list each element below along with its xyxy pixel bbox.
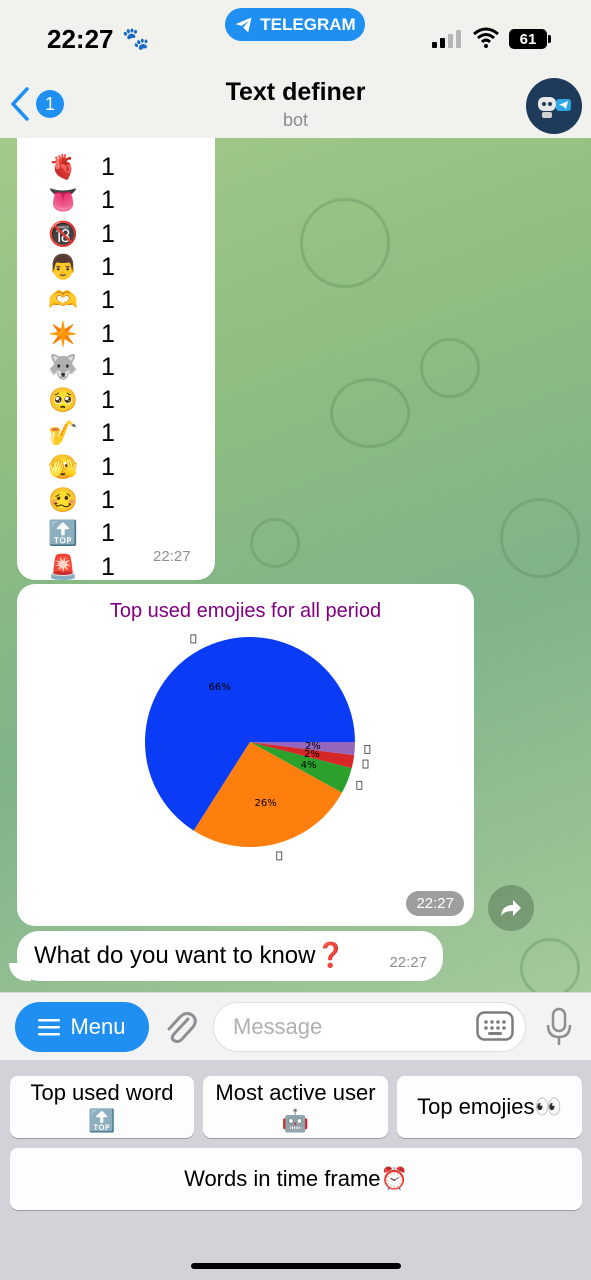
most-active-user-label: Most active user 🤖 — [215, 1080, 376, 1133]
background-doodle — [500, 498, 580, 578]
emoji-glyph: 🫀 — [48, 154, 78, 181]
message-time: 22:27 — [389, 954, 427, 971]
pie-emoji-label — [364, 744, 371, 754]
emoji-glyph: ✴️ — [48, 320, 78, 348]
message-text: What do you want to know❓ — [34, 942, 346, 969]
emoji-glyph: 🥺 — [48, 387, 78, 415]
emoji-count-row: 🔝 1 — [47, 517, 115, 550]
emoji-glyph: 🥴 — [48, 487, 78, 514]
emoji-glyph: 🫣 — [48, 453, 78, 481]
background-doodle — [330, 378, 410, 448]
emoji-count: 1 — [101, 552, 115, 581]
emoji-count: 1 — [101, 352, 115, 381]
emoji-count-row: 🔞 1 — [47, 218, 115, 251]
message-time: 22:27 — [406, 891, 464, 916]
emoji-count: 1 — [101, 286, 115, 315]
words-in-time-frame-label: Words in time frame⏰ — [184, 1166, 408, 1191]
most-active-user-button[interactable]: Most active user 🤖 — [203, 1076, 388, 1138]
chart-title: Top used emojies for all period — [109, 600, 382, 622]
top-emojies-button[interactable]: Top emojies👀 — [397, 1076, 582, 1138]
emoji-count-row: 🥴 1 — [47, 484, 115, 517]
top-bar: 22:27 🐾 TELEGRAM 61 1 Text definer bot — [0, 0, 591, 138]
telegram-pill[interactable]: TELEGRAM — [225, 8, 365, 41]
chat-subtitle: bot — [282, 110, 309, 130]
background-doodle — [300, 198, 390, 288]
words-in-time-frame-button[interactable]: Words in time frame⏰ — [10, 1148, 582, 1210]
share-arrow-icon — [501, 900, 521, 916]
emoji-count: 1 — [101, 186, 115, 215]
emoji-count: 1 — [101, 219, 115, 248]
paw-icon: 🐾 — [122, 26, 150, 51]
emoji-count: 1 — [101, 486, 115, 514]
emoji-count-row: 🫀 1 — [47, 151, 115, 184]
message-time: 22:27 — [153, 548, 191, 565]
emoji-glyph: 🐺 — [48, 353, 78, 381]
pie-emoji-label — [356, 780, 363, 790]
emoji-count-row: 🥺 1 — [47, 384, 115, 417]
emoji-glyph: 🫶 — [48, 287, 78, 315]
emoji-count: 1 — [101, 419, 115, 448]
emoji-count: 1 — [101, 252, 115, 281]
emoji-count-row: 🫶 1 — [47, 284, 115, 317]
emoji-count-row: 🎷 1 — [47, 417, 115, 450]
background-doodle — [420, 338, 480, 398]
emoji-count-row: 👅 1 — [47, 184, 115, 217]
hamburger-icon — [38, 1019, 61, 1036]
top-used-word-button[interactable]: Top used word 🔝 — [10, 1076, 194, 1138]
top-emojies-label: Top emojies👀 — [417, 1094, 562, 1119]
pie-emoji-label — [190, 634, 197, 644]
chat-title: Text definer — [225, 78, 366, 106]
battery-level: 61 — [519, 30, 537, 48]
emoji-count: 1 — [101, 519, 115, 548]
emoji-count-row: 🐺 1 — [47, 351, 115, 384]
telegram-plane-icon — [235, 17, 252, 32]
pie-emoji-label — [362, 759, 369, 769]
emoji-count: 1 — [101, 153, 115, 181]
pie-emoji-label — [276, 851, 283, 861]
home-indicator — [191, 1263, 401, 1269]
share-button[interactable] — [488, 885, 534, 931]
emoji-count: 1 — [101, 386, 115, 415]
background-doodle — [250, 518, 300, 568]
bot-avatar[interactable] — [526, 78, 582, 134]
emoji-count-row: ✴️ 1 — [47, 318, 115, 351]
emoji-count: 1 — [101, 319, 115, 348]
signal-icon — [432, 30, 461, 48]
emoji-glyph: 🚨 — [48, 553, 78, 581]
emoji-count-row: 🚨 1 — [47, 551, 115, 584]
emoji-glyph: 🔞 — [48, 220, 78, 248]
emoji-count-row: 👨 1 — [47, 251, 115, 284]
menu-button[interactable]: Menu — [15, 1002, 149, 1052]
battery-icon: 61 — [509, 29, 551, 49]
input-bar: Menu — [0, 992, 591, 1060]
background-doodle — [520, 938, 580, 992]
keyboard-icon[interactable] — [476, 1011, 514, 1041]
emoji-count-row: 🫣 1 — [47, 451, 115, 484]
wifi-icon — [473, 27, 499, 48]
top-used-word-label: Top used word 🔝 — [30, 1080, 174, 1133]
pie-percent-label: 26% — [255, 798, 277, 809]
pie-chart: 66%26%4%2%2% — [145, 634, 371, 861]
emoji-count: 1 — [101, 452, 115, 481]
attach-icon[interactable] — [162, 1007, 198, 1047]
pie-percent-label: 4% — [301, 760, 317, 771]
emoji-glyph: 👅 — [48, 187, 78, 215]
telegram-pill-label: TELEGRAM — [260, 14, 356, 34]
status-time: 22:27 — [47, 24, 114, 54]
emoji-glyph: 👨 — [48, 253, 78, 281]
menu-button-label: Menu — [70, 1014, 126, 1039]
pie-percent-label: 2% — [305, 741, 321, 752]
text-message: What do you want to know❓ 22:27 — [17, 931, 443, 981]
pie-percent-label: 66% — [209, 682, 231, 693]
emoji-glyph: 🔝 — [48, 520, 78, 548]
bot-keyboard: Top used word 🔝 Most active user 🤖 Top e… — [0, 1060, 591, 1280]
robot-telegram-icon — [538, 97, 571, 118]
microphone-icon[interactable] — [544, 1007, 574, 1047]
chart-message[interactable]: Top used emojies for all period 66% 26% 4%… — [17, 584, 474, 926]
emoji-count-message: 🫀 1 👅 1 🔞 1 👨 1 🫶 1 ✴️ 1 🐺 1 🥺 1 🎷 1 🫣 1 🥴 1 🔝 1 🚨 1 22:27 — [17, 138, 215, 581]
chat-area[interactable]: 🫀 1 👅 1 🔞 1 👨 1 🫶 1 ✴️ 1 🐺 1 🥺 1 🎷 1 🫣 1 🥴 1 🔝 1 🚨 1 22:27 Top us… — [0, 138, 591, 992]
emoji-glyph: 🎷 — [48, 420, 78, 448]
